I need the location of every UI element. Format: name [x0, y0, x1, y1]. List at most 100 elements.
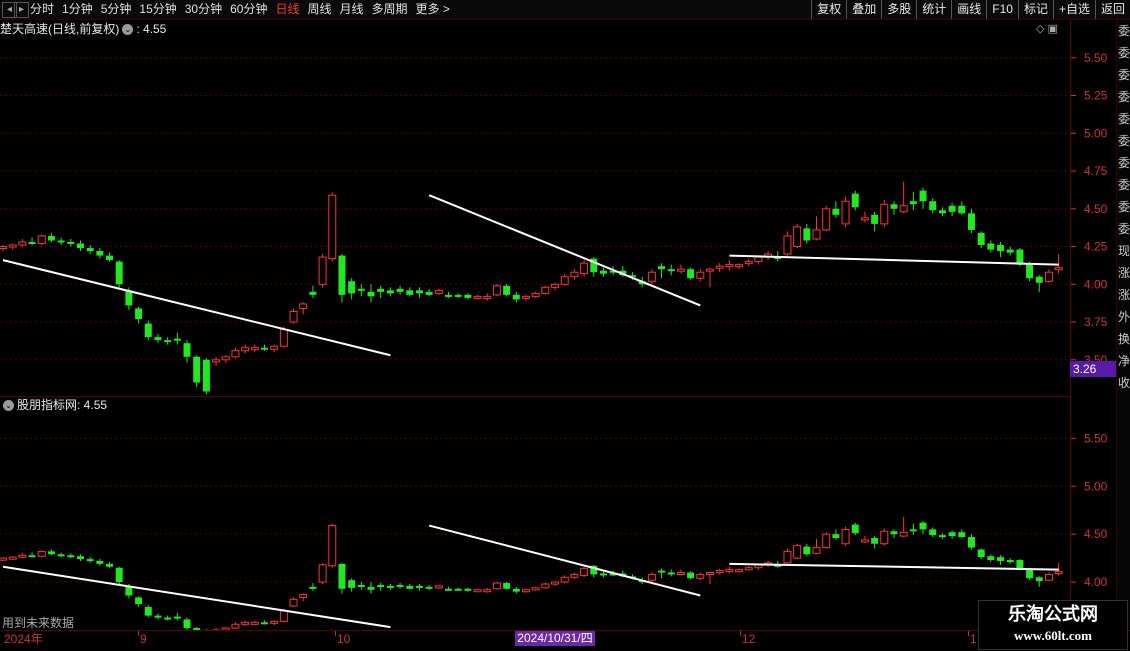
- candle-up: [289, 310, 298, 323]
- price-tick-label: 4.50: [1084, 202, 1108, 216]
- candle-up: [560, 576, 569, 583]
- candle-down: [338, 563, 346, 589]
- candle-down: [687, 269, 695, 279]
- tab-3[interactable]: 15分钟: [135, 0, 180, 19]
- period-tabs: 分时 1分钟 5分钟 15分钟 30分钟 60分钟 日线 周线 月线 多周期 更多 >: [26, 0, 454, 19]
- toolbar-button-5[interactable]: F10: [986, 0, 1018, 19]
- tab-10[interactable]: 更多 >: [412, 0, 454, 19]
- candle-down: [464, 588, 472, 591]
- toolbar-button-4[interactable]: 画线: [951, 0, 986, 19]
- candle-down: [803, 546, 811, 555]
- tab-4[interactable]: 30分钟: [181, 0, 226, 19]
- candle-down: [890, 204, 898, 209]
- tab-8[interactable]: 月线: [336, 0, 368, 19]
- tab-0[interactable]: 分时: [26, 0, 58, 19]
- candle-down: [135, 308, 143, 320]
- side-panel-label: 委: [1117, 222, 1130, 236]
- candle-down: [67, 242, 75, 244]
- candle-up: [434, 289, 443, 294]
- watermark-title: 乐淘公式网: [1008, 604, 1098, 625]
- candle-down: [1016, 249, 1024, 265]
- side-panel-label: 涨: [1117, 288, 1130, 302]
- side-quote-panel[interactable]: 委委委委委委委委委委现涨涨外换净收: [1116, 20, 1130, 630]
- candle-up: [18, 554, 27, 558]
- candle-up: [880, 530, 889, 545]
- candle-down: [173, 338, 181, 341]
- candle-up: [279, 329, 288, 347]
- side-panel-label: 委: [1117, 46, 1130, 60]
- candle-down: [144, 323, 152, 338]
- candle-down: [28, 242, 36, 244]
- candle-down: [57, 240, 65, 243]
- candle-up: [676, 268, 685, 272]
- candle-down: [261, 622, 268, 625]
- candle-down: [977, 549, 985, 558]
- candle-up: [531, 587, 540, 591]
- tab-6[interactable]: 日线: [271, 0, 303, 19]
- candle-up: [551, 283, 560, 288]
- candle-down: [367, 586, 375, 590]
- candle-down: [512, 588, 520, 592]
- candle-down: [47, 551, 55, 555]
- toolbar-button-3[interactable]: 统计: [916, 0, 951, 19]
- candle-down: [1035, 577, 1043, 582]
- candle-down: [929, 201, 937, 211]
- toolbar-button-8[interactable]: 返回: [1094, 0, 1130, 19]
- tab-2[interactable]: 5分钟: [97, 0, 136, 19]
- main-candles: [0, 181, 1063, 395]
- price-tick-label: 5.00: [1084, 126, 1108, 140]
- side-panel-label: 现: [1117, 244, 1130, 258]
- candle-up: [1044, 271, 1053, 282]
- candle-up: [647, 573, 656, 581]
- candle-down: [1006, 560, 1014, 563]
- candle-down: [183, 619, 191, 629]
- candle-up: [754, 256, 763, 263]
- candle-down: [47, 235, 55, 241]
- tab-5[interactable]: 60分钟: [226, 0, 271, 19]
- candle-up: [647, 271, 656, 282]
- candle-up: [551, 581, 560, 585]
- candle-down: [164, 617, 172, 620]
- candle-up: [221, 356, 230, 361]
- candle-down: [464, 294, 472, 298]
- candle-down: [135, 597, 143, 605]
- candle-down: [919, 522, 927, 530]
- price-tick-label: 4.00: [1084, 277, 1108, 291]
- candle-up: [37, 550, 46, 557]
- date-label-year: 2024年: [4, 632, 43, 646]
- candle-up: [37, 235, 46, 245]
- main-price-axis: 5.505.255.004.754.504.254.003.753.50: [1071, 51, 1108, 367]
- candle-down: [851, 524, 859, 534]
- side-panel-label: 委: [1117, 178, 1130, 192]
- candle-up: [725, 569, 734, 573]
- candle-up: [783, 550, 792, 564]
- candle-up: [270, 620, 279, 624]
- kline-chart[interactable]: [0, 20, 1070, 630]
- toolbar-button-7[interactable]: +自选: [1052, 0, 1095, 19]
- tab-9[interactable]: 多周期: [368, 0, 412, 19]
- candle-down: [202, 359, 210, 392]
- candle-down: [1006, 249, 1014, 253]
- candle-up: [328, 194, 337, 260]
- tab-1[interactable]: 1分钟: [58, 0, 97, 19]
- candle-down: [958, 532, 966, 538]
- candle-down: [832, 208, 840, 215]
- candle-down: [309, 586, 317, 589]
- candle-down: [871, 538, 879, 544]
- candle-down: [929, 529, 937, 536]
- candle-down: [367, 291, 375, 297]
- toolbar-button-6[interactable]: 标记: [1017, 0, 1053, 19]
- candle-up: [434, 585, 443, 589]
- candle-up: [570, 573, 579, 578]
- candle-down: [967, 213, 975, 230]
- candle-down: [115, 261, 123, 285]
- candle-up: [250, 347, 259, 351]
- candle-down: [86, 248, 94, 252]
- toolbar-button-2[interactable]: 多股: [881, 0, 916, 19]
- candle-down: [115, 567, 123, 583]
- candle-down: [96, 561, 104, 564]
- toolbar-button-1[interactable]: 叠加: [846, 0, 881, 19]
- tab-7[interactable]: 周线: [303, 0, 335, 19]
- toolbar-button-0[interactable]: 复权: [811, 0, 846, 19]
- trend-line: [428, 524, 701, 597]
